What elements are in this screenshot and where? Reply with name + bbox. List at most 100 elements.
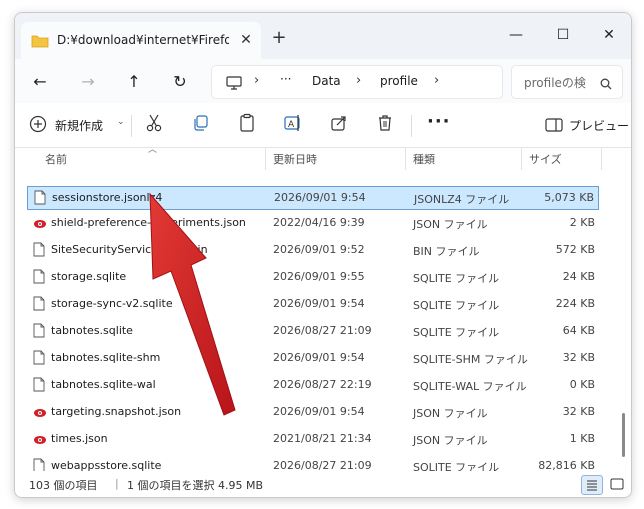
file-date: 2026/09/01 9:55 [273, 270, 365, 283]
search-box[interactable]: profileの検索 [511, 65, 623, 99]
file-type: JSON ファイル [413, 407, 488, 420]
clipboard-icon [240, 113, 254, 132]
new-tab-button[interactable]: + [267, 27, 291, 51]
file-name: tabnotes.sqlite [51, 324, 133, 337]
file-icon [33, 323, 45, 342]
column-divider[interactable] [405, 148, 406, 170]
file-type: BIN ファイル [413, 245, 480, 258]
tiles-view-button[interactable] [607, 475, 627, 493]
file-row[interactable]: sessionstore.jsonlz4 2026/09/01 9:54 JSONL… [27, 186, 599, 210]
tiles-view-icon [610, 478, 624, 490]
file-date: 2026/09/01 9:54 [273, 297, 365, 310]
file-icon [33, 350, 45, 369]
file-type: JSON ファイル [413, 434, 488, 447]
share-button[interactable] [329, 113, 353, 137]
file-type: SQLITE-SHM ファイル [413, 353, 528, 366]
close-window-button[interactable]: ✕ [594, 23, 624, 47]
file-type: SQLITE ファイル [413, 272, 500, 285]
minimize-button[interactable]: — [501, 23, 531, 47]
column-divider[interactable] [265, 148, 266, 170]
back-button[interactable]: ← [27, 69, 53, 95]
file-type: SQLITE ファイル [413, 326, 500, 339]
scissors-icon [146, 114, 162, 132]
preview-label: プレビュー [569, 119, 630, 133]
close-tab-icon[interactable]: ✕ [235, 29, 257, 51]
breadcrumb-chevron-icon[interactable]: › [356, 73, 361, 88]
chevron-down-icon: ⌄ [117, 117, 125, 127]
file-icon [33, 377, 45, 396]
breadcrumb-ellipsis[interactable]: ··· [280, 72, 291, 86]
file-date: 2026/09/01 9:54 [274, 191, 366, 204]
file-type: JSON ファイル [413, 218, 488, 231]
file-icon [33, 269, 45, 288]
item-count: 103 個の項目 [29, 479, 98, 492]
tab-current-folder[interactable]: D:¥download¥internet¥Firefox ✕ [21, 22, 261, 59]
file-date: 2021/08/21 21:34 [273, 432, 372, 445]
breadcrumb-chevron-icon[interactable]: › [254, 73, 259, 88]
file-date: 2026/09/01 9:52 [273, 243, 365, 256]
preview-pane-icon [545, 118, 563, 132]
maximize-button[interactable]: ☐ [548, 23, 578, 47]
cut-button[interactable] [145, 113, 169, 137]
rename-icon: A [284, 115, 300, 131]
file-name: tabnotes.sqlite-shm [51, 351, 161, 364]
navigation-bar: ← → ↑ ↻ › ··· Data › profile › profileの検… [15, 59, 631, 103]
details-view-button[interactable] [581, 475, 603, 495]
file-icon [34, 190, 46, 209]
title-bar: D:¥download¥internet¥Firefox ✕ + — ☐ ✕ [15, 13, 631, 59]
column-date[interactable]: 更新日時 [273, 151, 317, 167]
file-size: 572 KB [555, 243, 595, 256]
trash-icon [379, 115, 391, 131]
file-row[interactable]: times.json 2021/08/21 21:34 JSON ファイル 1 KB [27, 426, 599, 452]
file-name: storage-sync-v2.sqlite [51, 297, 173, 310]
address-bar[interactable]: › ··· Data › profile › [211, 65, 503, 99]
tab-title: D:¥download¥internet¥Firefox [57, 33, 229, 47]
sort-ascending-icon: ︿ [148, 145, 158, 155]
json-file-icon [33, 404, 47, 423]
file-size: 1 KB [569, 432, 595, 445]
forward-button[interactable]: → [75, 69, 101, 95]
breadcrumb-data[interactable]: Data [312, 74, 341, 88]
paste-button[interactable] [237, 113, 261, 137]
details-view-icon [587, 480, 597, 491]
json-file-icon [33, 215, 47, 234]
column-size[interactable]: サイズ [529, 151, 562, 167]
file-row[interactable]: tabnotes.sqlite-wal 2026/08/27 22:19 SQLIT… [27, 372, 599, 398]
search-icon[interactable] [600, 75, 612, 94]
breadcrumb-chevron-icon[interactable]: › [434, 73, 439, 88]
file-name: targeting.snapshot.json [51, 405, 182, 418]
file-name: tabnotes.sqlite-wal [51, 378, 156, 391]
file-name: sessionstore.jsonlz4 [52, 191, 163, 204]
column-header-row: ︿ 名前 更新日時 種類 サイズ [15, 145, 631, 170]
up-button[interactable]: ↑ [121, 69, 147, 95]
more-options-button[interactable]: ··· [427, 111, 451, 132]
status-bar: 103 個の項目 | 1 個の項目を選択 4.95 MB [15, 471, 631, 497]
vertical-scrollbar[interactable] [622, 413, 625, 457]
delete-button[interactable] [375, 113, 399, 137]
file-row[interactable]: storage-sync-v2.sqlite 2026/09/01 9:54 SQL… [27, 291, 599, 317]
refresh-button[interactable]: ↻ [167, 69, 193, 95]
column-name[interactable]: 名前 [45, 151, 67, 167]
column-divider[interactable] [521, 148, 522, 170]
column-divider[interactable] [601, 148, 602, 170]
rename-button[interactable]: A [283, 113, 307, 137]
file-size: 0 KB [569, 378, 595, 391]
file-name: shield-preference-experiments.json [51, 216, 246, 229]
file-size: 24 KB [562, 270, 595, 283]
file-size: 32 KB [562, 405, 595, 418]
file-name: storage.sqlite [51, 270, 127, 283]
file-row[interactable]: SiteSecurityServiceState.bin 2026/09/01 9… [27, 237, 599, 263]
file-row[interactable]: tabnotes.sqlite 2026/08/27 21:09 SQLITE ファ… [27, 318, 599, 344]
breadcrumb-profile[interactable]: profile [380, 74, 418, 88]
column-type[interactable]: 種類 [413, 151, 435, 167]
file-row[interactable]: storage.sqlite 2026/09/01 9:55 SQLITE ファイル… [27, 264, 599, 290]
file-row[interactable]: targeting.snapshot.json 2026/09/01 9:54 JS… [27, 399, 599, 425]
file-row[interactable]: shield-preference-experiments.json 2022/0… [27, 210, 599, 236]
search-input[interactable]: profileの検索 [524, 74, 586, 91]
toolbar-divider [131, 115, 132, 137]
status-divider: | [115, 477, 119, 490]
file-size: 64 KB [562, 324, 595, 337]
file-row[interactable]: tabnotes.sqlite-shm 2026/09/01 9:54 SQLITE… [27, 345, 599, 371]
copy-button[interactable] [191, 113, 215, 137]
file-icon [33, 242, 45, 261]
